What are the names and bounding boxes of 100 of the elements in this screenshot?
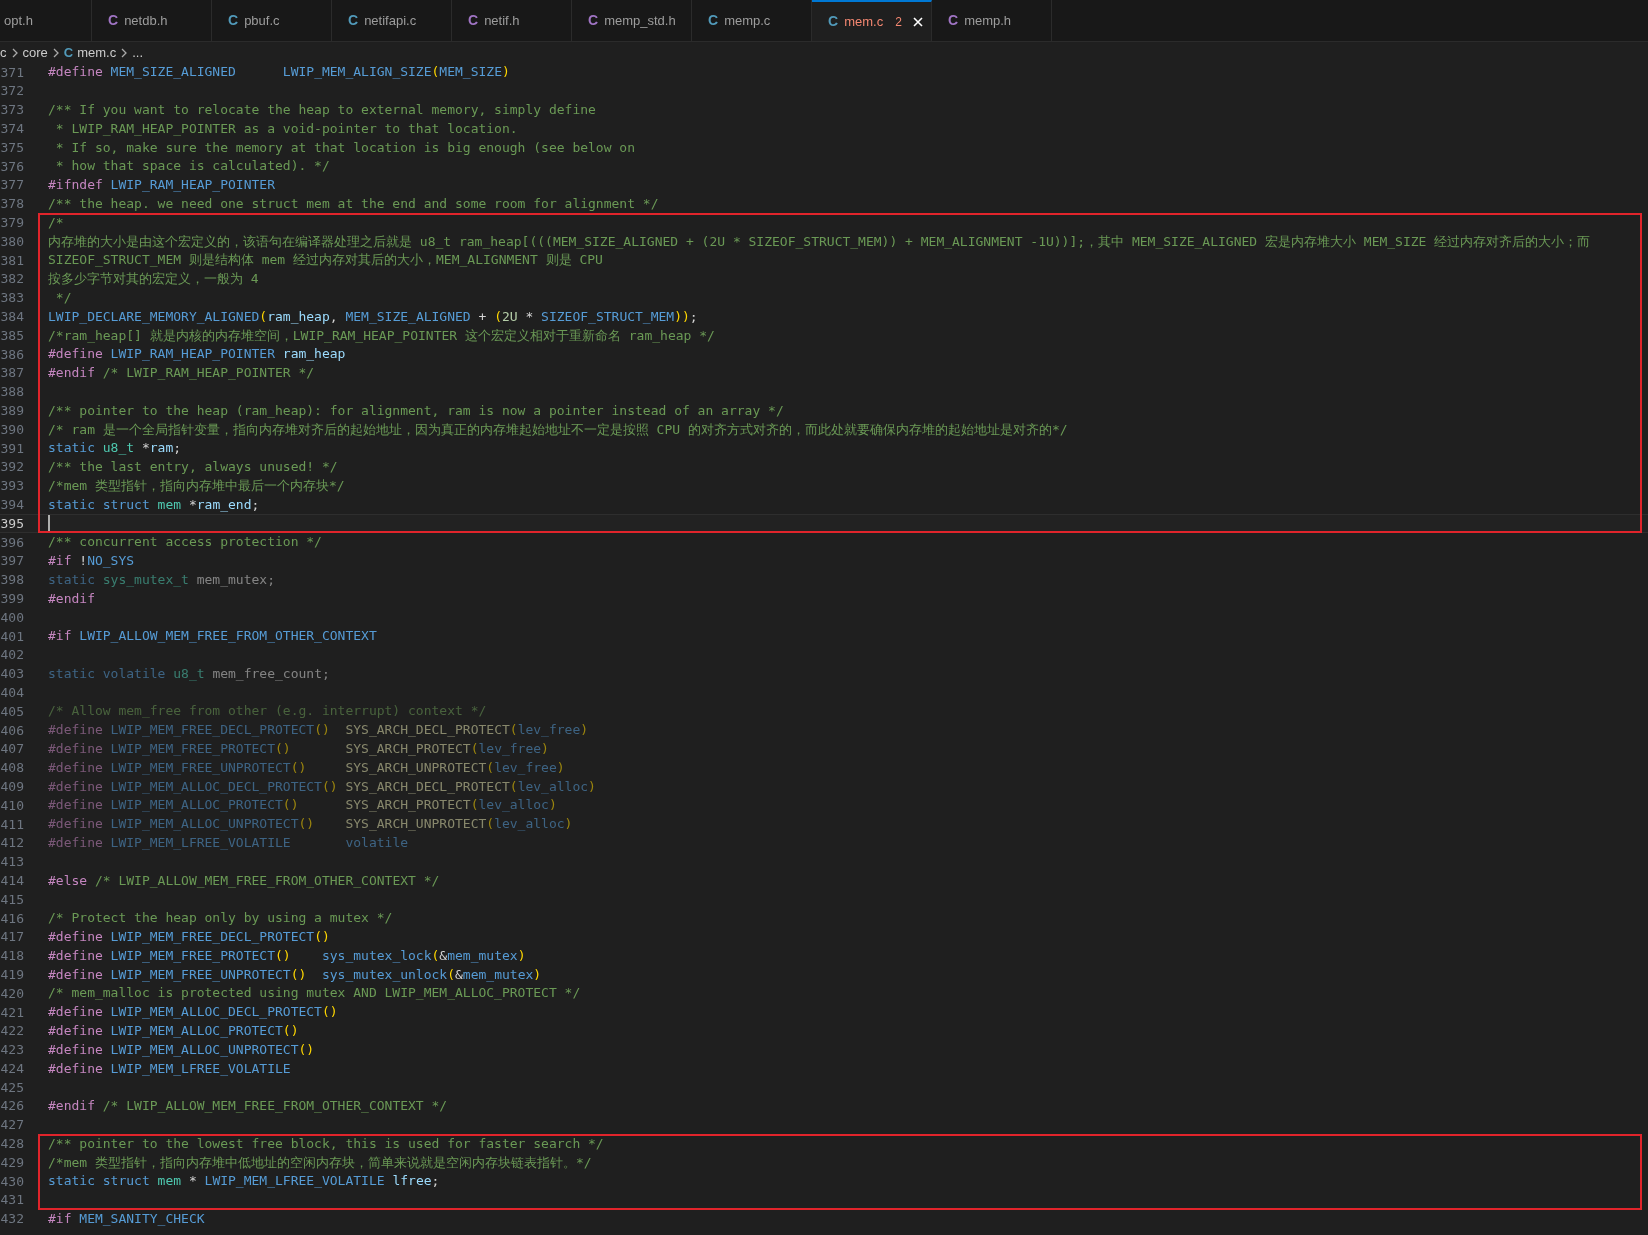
code-line: #define LWIP_MEM_FREE_DECL_PROTECT() bbox=[48, 928, 330, 947]
line-number: 412 bbox=[0, 834, 24, 853]
code-line: static struct mem *ram_end; bbox=[48, 495, 260, 514]
line-number: 392 bbox=[0, 458, 24, 477]
tab-label: netif.h bbox=[484, 11, 520, 30]
line-number: 407 bbox=[0, 740, 24, 759]
code-line: 按多少字节对其的宏定义，一般为 4 bbox=[48, 270, 259, 289]
close-icon[interactable] bbox=[911, 15, 924, 28]
code-line: */ bbox=[54, 288, 72, 307]
line-number: 397 bbox=[0, 552, 24, 571]
line-number: 382 bbox=[0, 270, 24, 289]
line-number: 393 bbox=[0, 477, 24, 496]
line-number: 429 bbox=[0, 1153, 24, 1172]
line-number: 430 bbox=[0, 1172, 24, 1191]
code-line: #if MEM_SANITY_CHECK bbox=[48, 1210, 205, 1228]
code-line: /* ram 是一个全局指针变量，指向内存堆对齐后的起始地址，因为真正的内存堆起始地址不一定是按照 CPU 的对齐方式对齐的，而此处就要确保内存堆的起始地址是对齐的*/ bbox=[48, 420, 1068, 439]
line-number: 432 bbox=[0, 1210, 24, 1229]
code-line: #define LWIP_MEM_LFREE_VOLATILE volatile bbox=[48, 834, 409, 853]
line-number: 414 bbox=[0, 871, 24, 890]
code-line: #define LWIP_MEM_ALLOC_PROTECT() SYS_ARCH_PROTECT(lev_alloc) bbox=[48, 796, 557, 815]
line-number: 415 bbox=[0, 890, 24, 909]
c-file-icon: C bbox=[348, 10, 359, 31]
code-line: * how that space is calculated). */ bbox=[54, 157, 330, 176]
code-line: /** concurrent access protection */ bbox=[48, 533, 322, 552]
line-number: 385 bbox=[0, 326, 24, 345]
code-line: /** the heap. we need one struct mem at the end and some room for alignment */ bbox=[48, 194, 659, 213]
line-number: 418 bbox=[0, 947, 24, 966]
line-number: 381 bbox=[0, 251, 24, 270]
code-line: /*mem 类型指针，指向内存堆中最后一个内存块*/ bbox=[48, 476, 345, 495]
code-line: LWIP_DECLARE_MEMORY_ALIGNED(ram_heap, MEM_SIZE_ALIGNED + (2U * SIZEOF_STRUCT_MEM)); bbox=[48, 307, 698, 326]
code-line: /* Allow mem_free from other (e.g. interrupt) context */ bbox=[48, 702, 487, 721]
line-number: 376 bbox=[0, 157, 24, 176]
c-file-icon: C bbox=[63, 42, 74, 63]
code-line: #define MEM_SIZE_ALIGNED LWIP_MEM_ALIGN_SIZE(MEM_SIZE) bbox=[48, 63, 510, 82]
line-number: 374 bbox=[0, 120, 24, 139]
tab-label: netifapi.c bbox=[364, 11, 417, 30]
line-number: 378 bbox=[0, 195, 24, 214]
line-number: 411 bbox=[0, 815, 24, 834]
breadcrumb-item[interactable]: c bbox=[0, 42, 7, 63]
text-cursor bbox=[48, 515, 50, 532]
line-number: 388 bbox=[0, 383, 24, 402]
line-number: 396 bbox=[0, 533, 24, 552]
tab-label: opt.h bbox=[4, 11, 33, 30]
line-number: 431 bbox=[0, 1191, 24, 1210]
line-number: 409 bbox=[0, 777, 24, 796]
code-line: * If so, make sure the memory at that location is big enough (see below on bbox=[54, 138, 635, 157]
line-number: 428 bbox=[0, 1135, 24, 1154]
code-line: /** the last entry, always unused! */ bbox=[48, 458, 338, 477]
line-number: 425 bbox=[0, 1078, 24, 1097]
line-number: 398 bbox=[0, 571, 24, 590]
line-number: 413 bbox=[0, 853, 24, 872]
breadcrumb-item[interactable]: core bbox=[22, 42, 48, 63]
editor-tab[interactable]: C mem.c 2 bbox=[812, 0, 932, 41]
code-line: #define LWIP_MEM_ALLOC_DECL_PROTECT() SYS_ARCH_DECL_PROTECT(lev_alloc) bbox=[48, 777, 596, 796]
line-number: 399 bbox=[0, 589, 24, 608]
line-number: 402 bbox=[0, 646, 24, 665]
code-line: #define LWIP_MEM_ALLOC_PROTECT() bbox=[48, 1022, 299, 1041]
line-number: 420 bbox=[0, 984, 24, 1003]
tab-label: pbuf.c bbox=[244, 11, 280, 30]
code-line: 内存堆的大小是由这个宏定义的，该语句在编译器处理之后就是 u8_t ram_heap[(((MEM_SIZE_ALIGNED + (2U * SIZEOF_STRUCT_MEM)) + MEM_ALIGNMENT -1U))];，其中 MEM_SIZE_ALIGNED 宏是内存堆大小 MEM_SIZE 经过内存对齐后的大小；而 bbox=[48, 232, 1591, 251]
line-number: 417 bbox=[0, 928, 24, 947]
line-number: 386 bbox=[0, 345, 24, 364]
line-number: 405 bbox=[0, 702, 24, 721]
line-number: 408 bbox=[0, 759, 24, 778]
c-file-icon: C bbox=[228, 10, 239, 31]
line-number: 394 bbox=[0, 496, 24, 514]
line-number: 426 bbox=[0, 1097, 24, 1116]
code-line: static u8_t *ram; bbox=[48, 439, 182, 458]
code-line: #define LWIP_MEM_FREE_UNPROTECT() SYS_ARCH_UNPROTECT(lev_free) bbox=[48, 758, 565, 777]
breadcrumb-item[interactable]: ... bbox=[132, 42, 144, 63]
line-number: 387 bbox=[0, 364, 24, 383]
code-line: #ifndef LWIP_RAM_HEAP_POINTER bbox=[48, 176, 275, 195]
code-line: #define LWIP_MEM_ALLOC_UNPROTECT() bbox=[48, 1040, 315, 1059]
tab-label: memp.h bbox=[964, 11, 1012, 30]
code-line: #define LWIP_MEM_FREE_DECL_PROTECT() SYS_ARCH_DECL_PROTECT(lev_free) bbox=[48, 721, 589, 740]
line-number: 422 bbox=[0, 1022, 24, 1041]
code-line: #endif /* LWIP_ALLOW_MEM_FREE_FROM_OTHER_CONTEXT */ bbox=[48, 1097, 448, 1116]
line-number: 400 bbox=[0, 608, 24, 627]
code-line: /** pointer to the lowest free block, this is used for faster search */ bbox=[48, 1134, 604, 1153]
line-number: 372 bbox=[0, 82, 24, 101]
line-number: 395 bbox=[0, 514, 24, 533]
line-number: 421 bbox=[0, 1003, 24, 1022]
code-line: /** pointer to the heap (ram_heap): for alignment, ram is now a pointer instead of an array */ bbox=[48, 401, 784, 420]
code-line: /** If you want to relocate the heap to external memory, simply define bbox=[48, 101, 596, 119]
code-line: #define LWIP_MEM_ALLOC_DECL_PROTECT() bbox=[48, 1003, 338, 1022]
code-line: /* Protect the heap only by using a mutex */ bbox=[48, 909, 393, 928]
line-number: 373 bbox=[0, 101, 24, 120]
line-number: 416 bbox=[0, 909, 24, 928]
tab-label: memp.c bbox=[724, 11, 771, 30]
c-file-icon: C bbox=[948, 10, 959, 31]
chevron-icon bbox=[10, 47, 19, 58]
code-line: #endif bbox=[48, 589, 95, 608]
code-line: SIZEOF_STRUCT_MEM 则是结构体 mem 经过内存对其后的大小，MEM_ALIGNMENT 则是 CPU bbox=[48, 251, 603, 270]
code-line: #define LWIP_MEM_FREE_PROTECT() SYS_ARCH_PROTECT(lev_free) bbox=[48, 740, 549, 759]
code-line: #define LWIP_MEM_FREE_UNPROTECT() sys_mutex_unlock(&mem_mutex) bbox=[48, 965, 542, 984]
line-number: 379 bbox=[0, 214, 24, 233]
code-line: static struct mem * LWIP_MEM_LFREE_VOLATILE lfree; bbox=[48, 1172, 440, 1191]
code-line: * LWIP_RAM_HEAP_POINTER as a void-pointer to that location. bbox=[54, 119, 518, 138]
code-line: static sys_mutex_t mem_mutex; bbox=[48, 570, 275, 589]
breadcrumb-item[interactable]: mem.c bbox=[77, 42, 117, 63]
